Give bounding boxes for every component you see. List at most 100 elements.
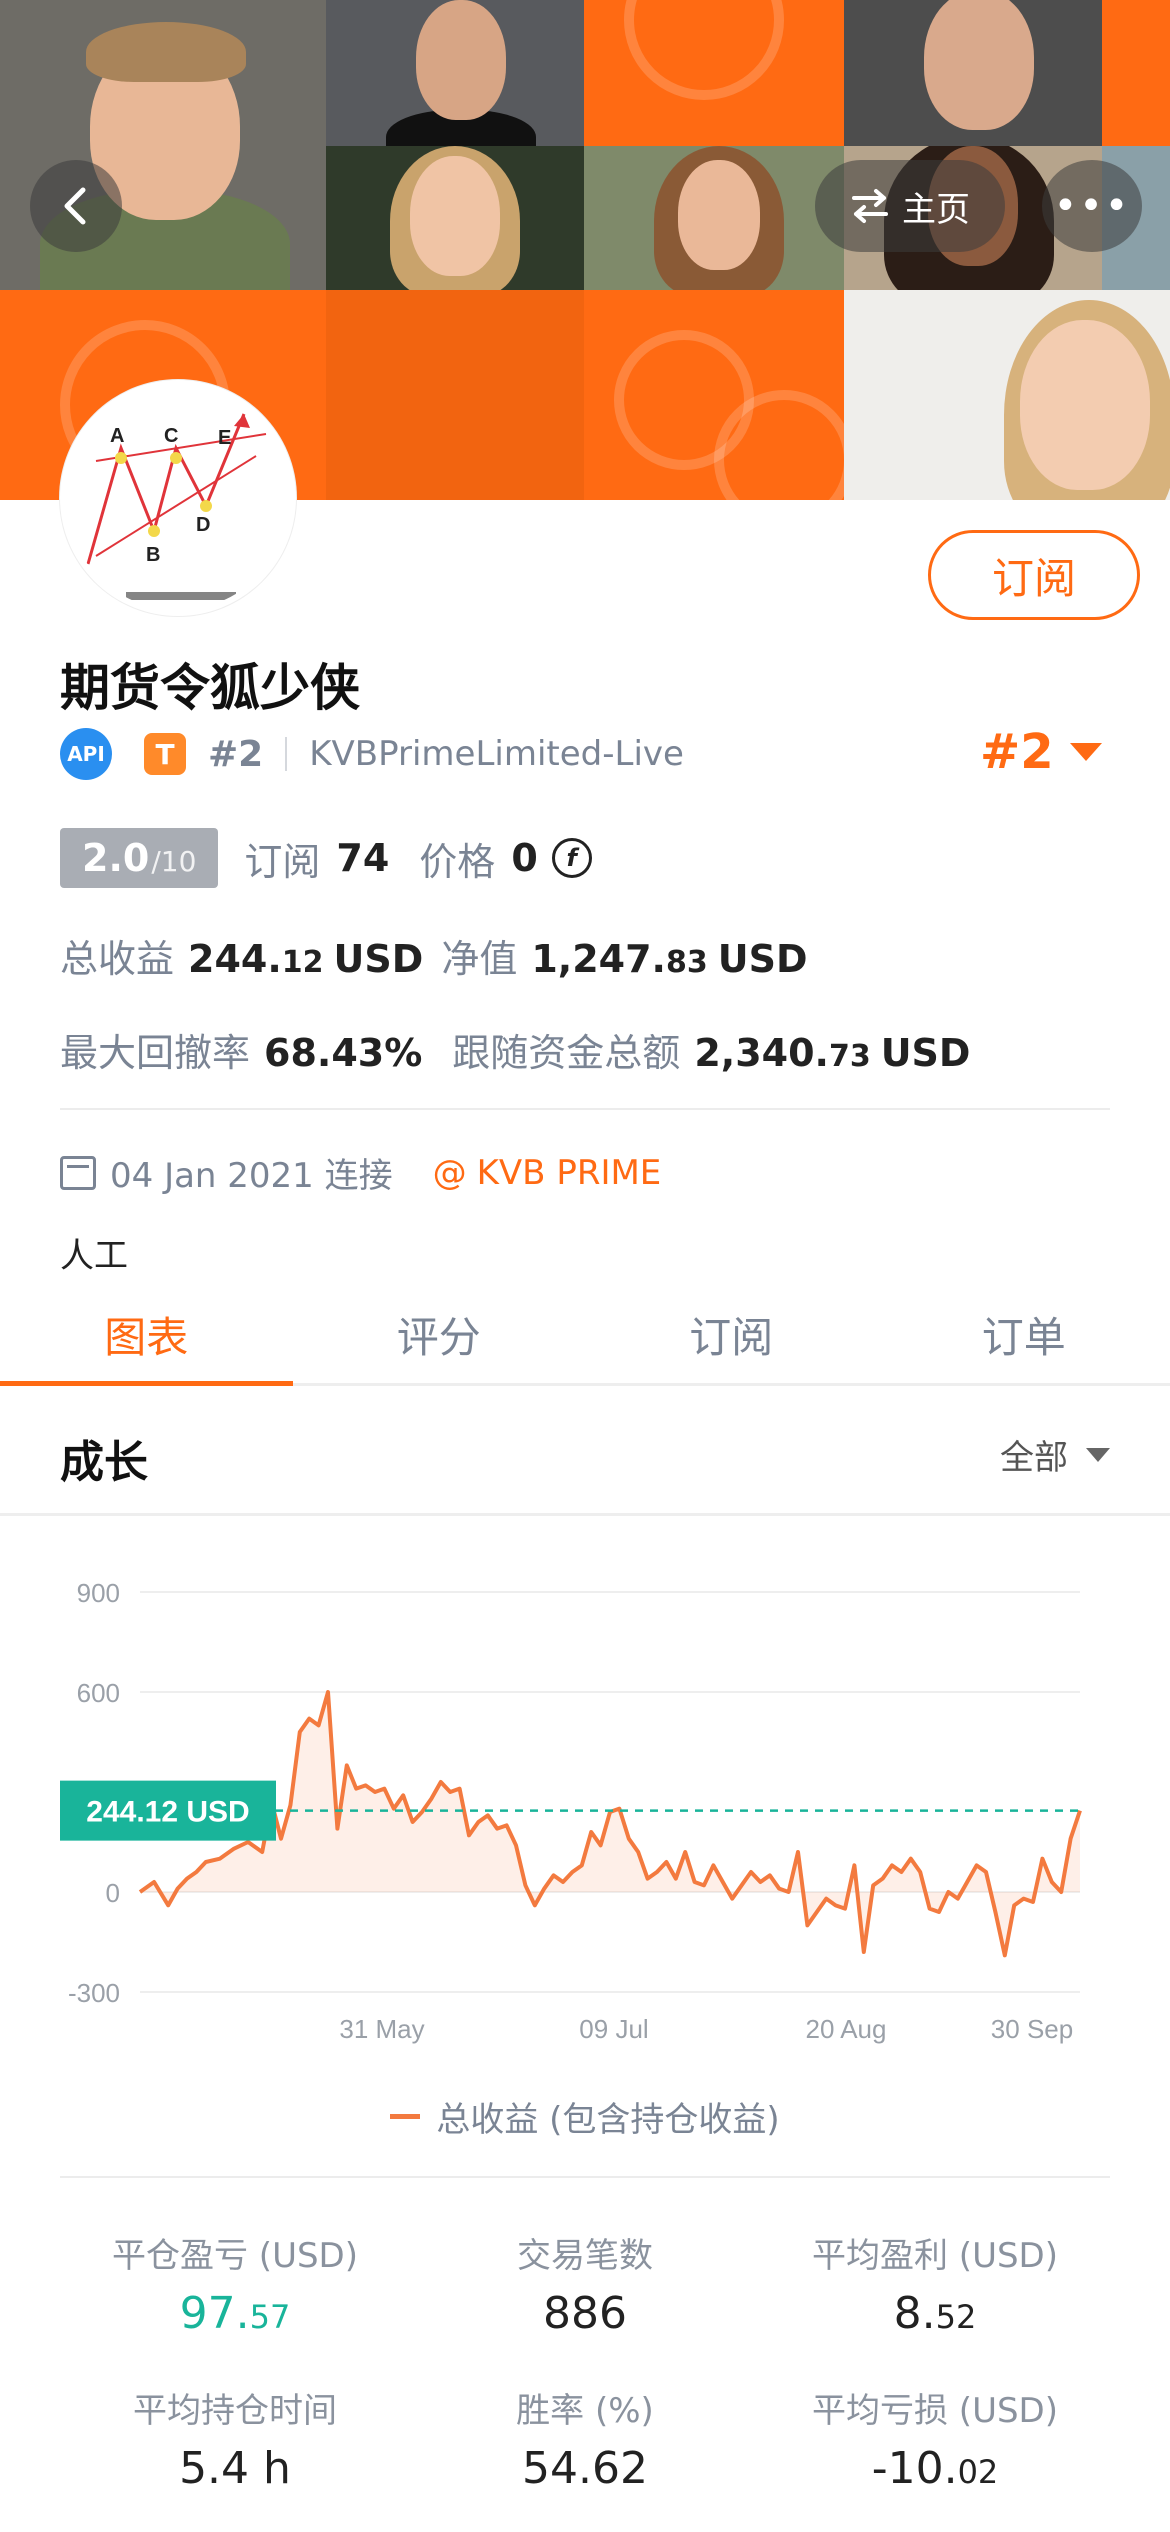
price-value: 0 (511, 836, 538, 880)
svg-text:A: A (110, 425, 124, 447)
total-profit-int: 244. (188, 937, 282, 981)
broker-link[interactable]: @ KVB PRIME (433, 1153, 662, 1193)
metric-value-main: 886 (543, 2288, 627, 2339)
swap-icon (852, 189, 888, 223)
max-drawdown-value: 68.43% (264, 1031, 423, 1075)
banner-photo (326, 146, 584, 290)
svg-text:E: E (218, 427, 231, 449)
banner-photo (326, 0, 584, 146)
chart-legend[interactable]: 总收益 (包含持仓收益) (0, 2092, 1170, 2141)
metric-value: 97.57 (60, 2288, 410, 2339)
follow-funds-label: 跟随资金总额 (452, 1031, 681, 1075)
type-badge: T (144, 733, 186, 775)
metric-value: 886 (410, 2288, 760, 2339)
server-name: KVBPrimeLimited-Live (309, 734, 684, 774)
join-date: 04 Jan 2021 连接 (110, 1156, 393, 1196)
rank-value: #2 (980, 724, 1054, 780)
more-icon: ••• (1053, 183, 1131, 229)
range-dropdown[interactable]: 全部 (1000, 1430, 1110, 1479)
divider (60, 1108, 1110, 1110)
at-icon: @ (432, 1152, 467, 1193)
tab-chart[interactable]: 图表 (0, 1286, 293, 1386)
divider (60, 2176, 1110, 2178)
metrics-grid: 平仓盈亏 (USD) 97.57 交易笔数 886 平均盈利 (USD) 8.52 平均持仓… (60, 2228, 1110, 2494)
metric-item: 胜率 (%) 54.62 (410, 2383, 760, 2494)
banner-photo (844, 0, 1102, 146)
score-max: /10 (151, 845, 197, 878)
metric-label: 平均亏损 (USD) (812, 2391, 1058, 2431)
metric-value: -10.02 (760, 2443, 1110, 2494)
banner-pattern (1102, 0, 1170, 146)
banner-pattern (584, 290, 844, 500)
tab-rating[interactable]: 评分 (293, 1286, 586, 1383)
api-badge: API (60, 728, 112, 780)
price-label: 价格 (419, 839, 496, 884)
home-button[interactable]: 主页 (815, 160, 1005, 252)
score-row: 2.0 /10 订阅 74 价格 0 f (60, 828, 592, 888)
divider (285, 737, 288, 771)
x-tick-label: 09 Jul (579, 2014, 648, 2044)
metric-value: 54.62 (410, 2443, 760, 2494)
max-drawdown-label: 最大回撤率 (60, 1031, 251, 1075)
growth-chart: 900 600 0 -300 31 May 09 Jul 20 Aug 30 Sep 244.1… (0, 1530, 1170, 2070)
svg-text:D: D (196, 514, 210, 536)
metric-label: 胜率 (%) (516, 2391, 654, 2431)
current-value-label: 244.12 USD (86, 1796, 249, 1829)
avatar-pattern-image: A C E B D (66, 386, 290, 610)
badge-row: API T #2 KVBPrimeLimited-Live (60, 728, 684, 780)
banner-photo (0, 0, 326, 290)
metric-value-main: 54.62 (522, 2443, 648, 2494)
y-tick-label: 900 (77, 1578, 120, 1608)
metric-value-main: 97. (179, 2288, 250, 2339)
metric-value-main: -10. (871, 2443, 958, 2494)
score-value: 2.0 (82, 836, 150, 880)
strategy-type: 人工 (60, 1236, 128, 1276)
y-tick-label: 600 (77, 1678, 120, 1708)
metric-item: 平均持仓时间 5.4 h (60, 2383, 410, 2494)
metric-value-decimal: 52 (935, 2298, 977, 2336)
total-profit-dec: 12 (281, 945, 324, 980)
rank-dropdown[interactable]: #2 (980, 724, 1102, 780)
section-title: 成长 (60, 1437, 148, 1488)
subscribe-button[interactable]: 订阅 (928, 530, 1140, 620)
back-button[interactable] (30, 160, 122, 252)
metric-value-decimal: 02 (957, 2453, 999, 2491)
tab-bar: 图表 评分 订阅 订单 (0, 1286, 1170, 1386)
svg-text:C: C (164, 425, 178, 447)
metric-item: 平仓盈亏 (USD) 97.57 (60, 2228, 410, 2339)
avatar[interactable]: A C E B D (60, 380, 296, 616)
tab-subscribe[interactable]: 订阅 (585, 1286, 878, 1383)
legend-swatch (390, 2114, 421, 2119)
banner-pattern (584, 0, 844, 146)
more-button[interactable]: ••• (1042, 160, 1142, 252)
subscribers-label: 订阅 (244, 839, 321, 884)
follow-funds-int: 2,340. (694, 1031, 829, 1075)
y-tick-label: 0 (106, 1878, 120, 1908)
chevron-left-icon (64, 187, 86, 225)
metric-label: 平均持仓时间 (133, 2391, 337, 2431)
metric-value: 8.52 (760, 2288, 1110, 2339)
y-tick-label: -300 (68, 1978, 120, 2008)
home-label: 主页 (902, 189, 970, 230)
follow-funds-currency: USD (880, 1031, 971, 1075)
profit-row: 总收益 244. 12 USD 净值 1,247. 83 USD (60, 928, 808, 983)
tab-orders[interactable]: 订单 (878, 1286, 1170, 1383)
metric-label: 平均盈利 (USD) (812, 2236, 1058, 2276)
x-tick-label: 20 Aug (806, 2014, 887, 2044)
metric-item: 平均亏损 (USD) -10.02 (760, 2383, 1110, 2494)
score-badge: 2.0 /10 (60, 828, 219, 888)
growth-header: 成长 全部 (0, 1390, 1170, 1516)
banner-photo (584, 146, 844, 290)
equity-dec: 83 (665, 945, 708, 980)
total-profit-currency: USD (333, 937, 424, 981)
metric-item: 交易笔数 886 (410, 2228, 760, 2339)
subscribers-value: 74 (336, 836, 390, 880)
total-profit-label: 总收益 (60, 937, 175, 981)
drawdown-row: 最大回撤率 68.43% 跟随资金总额 2,340. 73 USD (60, 1022, 970, 1077)
join-info: 04 Jan 2021 连接 @ KVB PRIME (60, 1148, 661, 1197)
equity-int: 1,247. (531, 937, 666, 981)
metric-label: 平仓盈亏 (USD) (112, 2236, 358, 2276)
calendar-icon (60, 1155, 96, 1190)
range-label: 全部 (1000, 1438, 1068, 1478)
growth-chart-svg: 900 600 0 -300 31 May 09 Jul 20 Aug 30 Sep 244.1… (60, 1578, 1082, 2044)
